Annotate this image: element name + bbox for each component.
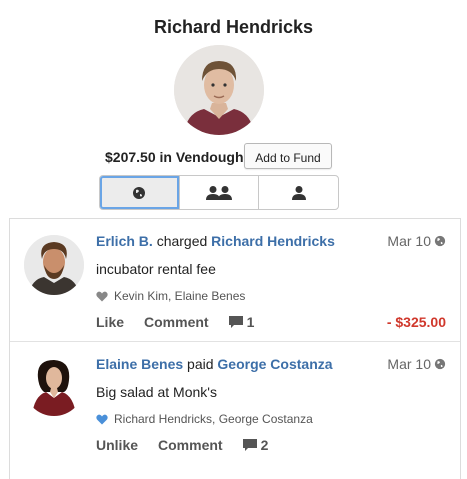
story-actions: Unlike Comment 2 (96, 437, 268, 453)
target-link[interactable]: George Costanza (217, 356, 332, 372)
avatar[interactable] (24, 356, 84, 416)
globe-icon (434, 235, 446, 247)
comment-count-text: 2 (260, 437, 269, 453)
heart-icon (96, 291, 108, 301)
story-date: Mar 10 (387, 233, 446, 249)
likes-names[interactable]: Kevin Kim, Elaine Benes (114, 289, 245, 303)
date-text: Mar 10 (387, 356, 431, 372)
comment-count[interactable]: 1 (228, 314, 255, 330)
story-note: incubator rental fee (96, 261, 216, 277)
story-date: Mar 10 (387, 356, 446, 372)
story-verb: charged (156, 233, 208, 249)
story-headline: Erlich B. charged Richard Hendricks (96, 233, 335, 249)
profile-avatar (174, 45, 264, 135)
person-icon (291, 185, 306, 200)
transaction-amount: - $325.00 (386, 314, 446, 330)
story-headline: Elaine Benes paid George Costanza (96, 356, 333, 372)
avatar[interactable] (24, 235, 84, 295)
tab-personal[interactable] (259, 176, 338, 209)
unlike-button[interactable]: Unlike (96, 437, 138, 453)
activity-feed: Erlich B. charged Richard Hendricks Mar … (9, 218, 461, 479)
comment-count[interactable]: 2 (242, 437, 269, 453)
feed-story: Erlich B. charged Richard Hendricks Mar … (10, 219, 460, 341)
tab-public[interactable] (100, 176, 180, 209)
story-verb: paid (187, 356, 214, 372)
story-note: Big salad at Monk's (96, 384, 217, 400)
add-to-fund-button[interactable]: Add to Fund (244, 143, 332, 169)
comment-icon (242, 438, 257, 451)
target-link[interactable]: Richard Hendricks (211, 233, 335, 249)
like-button[interactable]: Like (96, 314, 124, 330)
date-text: Mar 10 (387, 233, 431, 249)
actor-link[interactable]: Elaine Benes (96, 356, 183, 372)
feed-story: Elaine Benes paid George Costanza Mar 10… (10, 341, 460, 464)
globe-icon (434, 358, 446, 370)
comment-button[interactable]: Comment (158, 437, 223, 453)
friends-icon (206, 185, 232, 200)
actor-link[interactable]: Erlich B. (96, 233, 153, 249)
tab-friends[interactable] (180, 176, 260, 209)
profile-name: Richard Hendricks (153, 17, 314, 37)
balance-text: $207.50 in Vendough (105, 149, 244, 165)
story-actions: Like Comment 1 (96, 314, 254, 330)
globe-icon (133, 186, 146, 199)
comment-count-text: 1 (246, 314, 255, 330)
comment-icon (228, 315, 243, 328)
feed-filter-tabs (99, 175, 339, 210)
heart-icon (96, 414, 108, 424)
likes-line: Kevin Kim, Elaine Benes (96, 289, 245, 303)
likes-line: Richard Hendricks, George Costanza (96, 412, 313, 426)
likes-names[interactable]: Richard Hendricks, George Costanza (114, 412, 313, 426)
comment-button[interactable]: Comment (144, 314, 209, 330)
